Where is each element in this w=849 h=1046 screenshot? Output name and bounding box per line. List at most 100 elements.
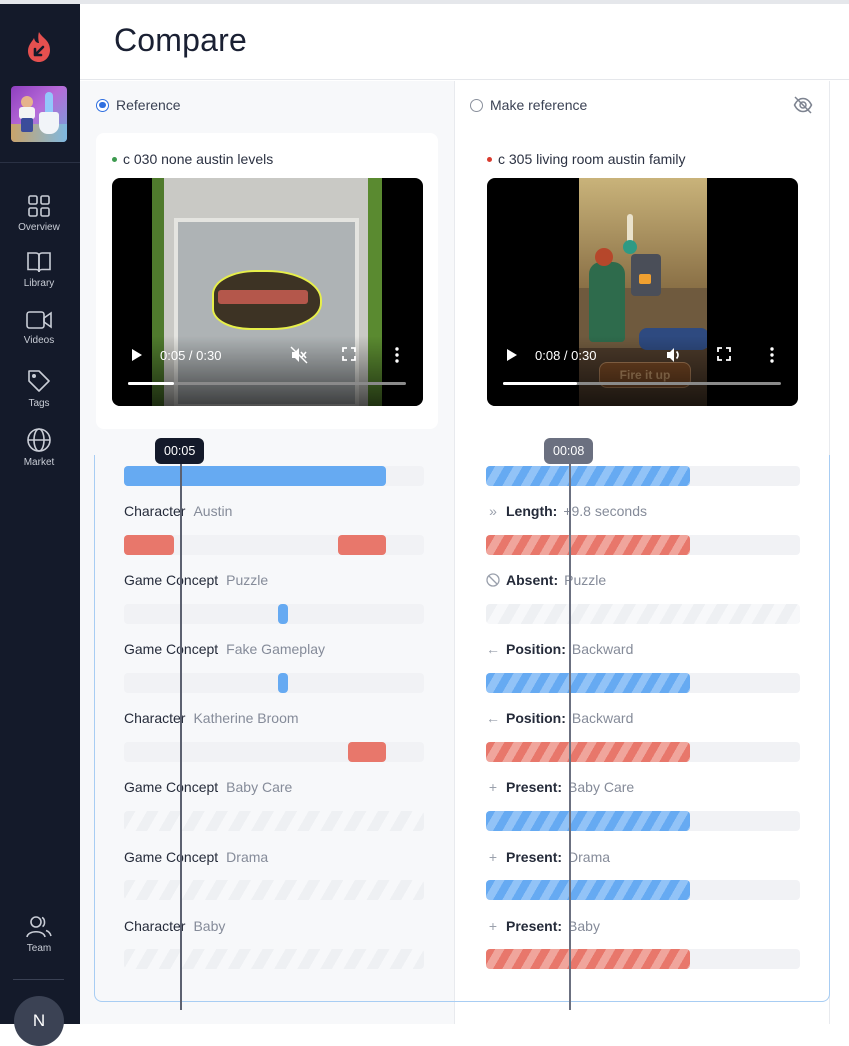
tag-timeline-track[interactable] (124, 466, 424, 486)
tag-value: Baby (568, 918, 600, 934)
sidebar-item-label: Library (23, 278, 55, 289)
sidebar-item-market[interactable]: Market (0, 427, 78, 468)
tag-timeline-track[interactable] (124, 811, 424, 831)
tag-timeline-track[interactable] (124, 673, 424, 693)
tag-value: Katherine Broom (193, 710, 299, 726)
arrow-left-icon: ← (486, 641, 500, 657)
video-progress-fill (503, 382, 578, 385)
tag-row-label: Absent: Puzzle (486, 572, 606, 588)
tag-row-label: Character Baby (124, 918, 225, 934)
tag-timeline-segment[interactable] (486, 673, 691, 693)
video-time: 0:05 / 0:30 (160, 348, 222, 363)
volume-muted-icon[interactable] (290, 346, 308, 364)
tag-timeline-segment[interactable] (337, 535, 386, 555)
video-progress-fill (128, 382, 175, 385)
radio-button-checked[interactable] (96, 98, 109, 112)
sidebar-divider (13, 979, 64, 980)
tag-timeline-track[interactable] (124, 742, 424, 762)
tag-icon (28, 370, 50, 392)
video-title-text: c 305 living room austin family (498, 151, 686, 167)
video-player[interactable]: Fire it up 0:08 / 0:30 (487, 178, 798, 406)
make-reference-radio[interactable]: Make reference (470, 97, 587, 113)
video-player[interactable]: 0:05 / 0:30 (112, 178, 423, 406)
tag-timeline-segment[interactable] (124, 466, 386, 486)
tag-timeline-segment[interactable] (486, 949, 691, 969)
diff-type: Present: (506, 779, 563, 795)
sidebar-item-overview[interactable]: Overview (0, 194, 78, 233)
tag-row-label: Character Austin (124, 503, 232, 519)
diff-type: Length: (506, 503, 558, 519)
sidebar-item-videos[interactable]: Videos (0, 309, 78, 346)
chevrons-right-icon: » (489, 503, 497, 519)
tag-timeline-segment[interactable] (486, 742, 691, 762)
video-camera-icon (26, 311, 52, 329)
tag-timeline-track[interactable] (486, 535, 800, 555)
tag-timeline-track[interactable] (486, 811, 800, 831)
tag-category: Character (124, 503, 186, 519)
tag-value: Backward (571, 641, 634, 657)
sidebar-item-label: Tags (28, 398, 50, 409)
plus-icon: + (488, 849, 498, 865)
tag-timeline-segment[interactable] (486, 880, 691, 900)
more-options-icon[interactable] (395, 347, 399, 363)
tag-value: Fake Gameplay (226, 641, 325, 657)
playhead-comparison[interactable] (569, 455, 571, 1010)
tag-row-label: ← Position: Backward (486, 710, 633, 726)
volume-icon[interactable] (665, 346, 683, 364)
tag-category: Game Concept (124, 641, 219, 657)
tag-timeline-segment[interactable] (277, 604, 289, 624)
tag-timeline-track[interactable] (124, 604, 424, 624)
tag-value: Baby Care (568, 779, 635, 795)
tag-row-label: ← Position: Backward (486, 641, 633, 657)
tag-timeline-segment[interactable] (348, 742, 386, 762)
tag-timeline-track[interactable] (486, 880, 800, 900)
playhead-time-tooltip: 00:08 (544, 438, 594, 464)
tag-row-label: + Present: Drama (486, 849, 610, 865)
tag-timeline-track[interactable] (124, 535, 424, 555)
tag-timeline-segment[interactable] (124, 535, 175, 555)
tag-timeline-track[interactable] (124, 949, 424, 969)
eye-off-icon[interactable] (793, 95, 813, 115)
fullscreen-icon[interactable] (717, 347, 731, 361)
tag-value: Austin (193, 503, 233, 519)
more-options-icon[interactable] (770, 347, 774, 363)
radio-button-unchecked[interactable] (470, 98, 483, 112)
flame-logo-icon[interactable] (24, 30, 54, 64)
user-avatar[interactable]: N (14, 996, 64, 1046)
fullscreen-icon[interactable] (342, 347, 356, 361)
play-icon[interactable] (507, 349, 517, 361)
tag-timeline-segment[interactable] (486, 535, 691, 555)
tag-timeline-track[interactable] (486, 466, 800, 486)
tag-timeline-track[interactable] (486, 742, 800, 762)
globe-icon (27, 428, 51, 452)
tag-timeline-track[interactable] (124, 880, 424, 900)
tag-row-label: Game Concept Puzzle (124, 572, 268, 588)
tag-value: Baby (193, 918, 226, 934)
playhead-reference[interactable] (180, 455, 182, 1010)
sidebar-item-team[interactable]: Team (0, 915, 78, 954)
arrow-left-icon: ← (486, 710, 500, 726)
tag-timeline-segment[interactable] (277, 673, 289, 693)
radio-label: Reference (116, 97, 181, 113)
video-progress-bar[interactable] (128, 382, 406, 385)
play-icon[interactable] (132, 349, 142, 361)
tag-category: Character (124, 918, 186, 934)
tag-category: Game Concept (124, 779, 219, 795)
video-controls: 0:05 / 0:30 (112, 346, 423, 366)
radio-label: Make reference (490, 97, 588, 113)
reference-radio[interactable]: Reference (96, 97, 181, 113)
tag-timeline-track[interactable] (486, 949, 800, 969)
tag-timeline-segment[interactable] (486, 811, 691, 831)
plus-icon: + (488, 918, 498, 934)
sidebar-item-library[interactable]: Library (0, 250, 78, 289)
game-app-icon[interactable] (11, 86, 67, 142)
video-title: c 030 none austin levels (112, 151, 273, 167)
status-dot (112, 156, 117, 162)
sidebar-item-tags[interactable]: Tags (0, 368, 78, 409)
sidebar-item-label: Team (26, 943, 52, 954)
tag-timeline-segment[interactable] (486, 466, 691, 486)
video-progress-bar[interactable] (503, 382, 781, 385)
tag-timeline-track[interactable] (486, 673, 800, 693)
tag-timeline-track[interactable] (486, 604, 800, 624)
plus-icon: + (488, 779, 498, 795)
